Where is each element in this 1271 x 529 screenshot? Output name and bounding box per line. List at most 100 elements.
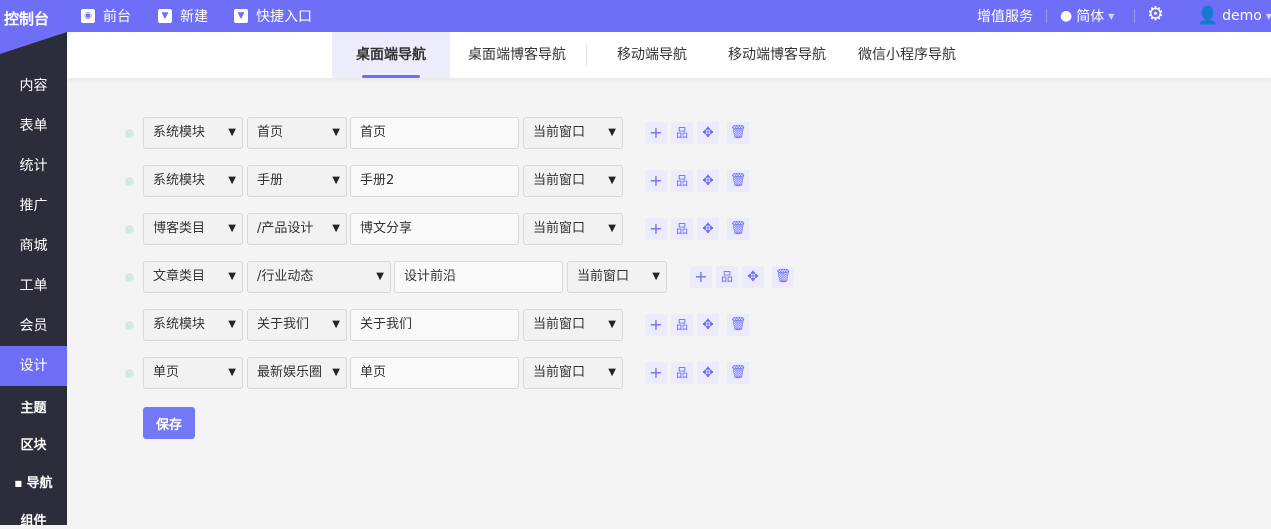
- target-select[interactable]: /产品设计 ▼: [247, 213, 347, 245]
- sitemap-icon[interactable]: 品: [671, 122, 693, 144]
- caret-down-icon: ▼: [332, 175, 340, 186]
- caret-down-icon: ▼: [228, 127, 236, 138]
- trash-icon[interactable]: 🗑: [772, 266, 794, 288]
- nav-name-input[interactable]: 单页: [350, 357, 519, 389]
- type-select[interactable]: 系统模块 ▼: [143, 117, 243, 149]
- sitemap-icon[interactable]: 品: [671, 362, 693, 384]
- drag-dot: [125, 369, 134, 378]
- nav-name-input[interactable]: 设计前沿: [394, 261, 563, 293]
- move-icon[interactable]: ✥: [697, 170, 719, 192]
- tab-wechat-nav[interactable]: 微信小程序导航: [847, 32, 967, 78]
- nav-name-input[interactable]: 博文分享: [350, 213, 519, 245]
- sitemap-icon[interactable]: 品: [716, 266, 738, 288]
- select-value: /产品设计: [257, 221, 314, 236]
- caret-down-icon: ▼: [228, 175, 236, 186]
- caret-down-icon: ▼: [376, 271, 384, 282]
- move-icon[interactable]: ✥: [697, 218, 719, 240]
- trash-icon[interactable]: 🗑: [727, 170, 749, 192]
- sitemap-icon[interactable]: 品: [671, 170, 693, 192]
- tab-mobile-blog-nav[interactable]: 移动端博客导航: [717, 32, 837, 78]
- type-select[interactable]: 系统模块 ▼: [143, 165, 243, 197]
- nav-name-input[interactable]: 关于我们: [350, 309, 519, 341]
- window-select[interactable]: 当前窗口 ▼: [523, 165, 623, 197]
- eye-icon: ◉: [81, 9, 95, 23]
- sidebar-item-stats[interactable]: 统计: [0, 146, 67, 186]
- select-value: 系统模块: [153, 173, 206, 188]
- select-value: 最新娱乐圈: [257, 365, 323, 380]
- trash-icon[interactable]: 🗑: [727, 362, 749, 384]
- sub-label: 导航: [26, 476, 53, 491]
- tab-desktop-blog-nav[interactable]: 桌面端博客导航: [455, 32, 579, 78]
- nav-name-input[interactable]: 首页: [350, 117, 519, 149]
- add-icon[interactable]: +: [645, 362, 667, 384]
- frontend-link[interactable]: ◉ 前台: [81, 6, 131, 26]
- select-value: 文章类目: [153, 269, 206, 284]
- add-icon[interactable]: +: [690, 266, 712, 288]
- move-icon[interactable]: ✥: [697, 122, 719, 144]
- select-value: 当前窗口: [533, 173, 586, 188]
- value-services-link[interactable]: 增值服务: [977, 6, 1033, 26]
- trash-icon[interactable]: 🗑: [727, 314, 749, 336]
- move-icon[interactable]: ✥: [697, 314, 719, 336]
- type-select[interactable]: 系统模块 ▼: [143, 309, 243, 341]
- drag-dot: [125, 273, 134, 282]
- nav-name-input[interactable]: 手册2: [350, 165, 519, 197]
- sidebar-item-members[interactable]: 会员: [0, 306, 67, 346]
- target-select[interactable]: /行业动态 ▼: [247, 261, 391, 293]
- add-icon[interactable]: +: [645, 218, 667, 240]
- save-button[interactable]: 保存: [143, 407, 195, 439]
- active-bullet: ■: [14, 479, 22, 488]
- sitemap-icon[interactable]: 品: [671, 218, 693, 240]
- link-label: 新建: [180, 9, 208, 25]
- trash-icon[interactable]: 🗑: [727, 122, 749, 144]
- gear-icon[interactable]: ⚙: [1147, 3, 1164, 25]
- window-select[interactable]: 当前窗口 ▼: [523, 117, 623, 149]
- language-select[interactable]: ● 简体 ▼: [1060, 6, 1114, 26]
- caret-down-icon: ▼: [158, 9, 172, 23]
- sidebar-item-mall[interactable]: 商城: [0, 226, 67, 266]
- sidebar-item-forms[interactable]: 表单: [0, 106, 67, 146]
- target-select[interactable]: 关于我们 ▼: [247, 309, 347, 341]
- drag-dot: [125, 225, 134, 234]
- type-select[interactable]: 博客类目 ▼: [143, 213, 243, 245]
- window-select[interactable]: 当前窗口 ▼: [523, 357, 623, 389]
- tab-mobile-nav[interactable]: 移动端导航: [607, 32, 697, 78]
- add-icon[interactable]: +: [645, 314, 667, 336]
- move-icon[interactable]: ✥: [742, 266, 764, 288]
- caret-down-icon: ▼: [608, 223, 616, 234]
- type-select[interactable]: 文章类目 ▼: [143, 261, 243, 293]
- sidebar-item-content[interactable]: 内容: [0, 66, 67, 106]
- target-select[interactable]: 首页 ▼: [247, 117, 347, 149]
- sidebar-sub-blocks[interactable]: 区块: [0, 434, 67, 453]
- trash-icon[interactable]: 🗑: [727, 218, 749, 240]
- caret-down-icon: ▼: [228, 367, 236, 378]
- link-label: 前台: [103, 9, 131, 25]
- select-value: 关于我们: [257, 317, 310, 332]
- window-select[interactable]: 当前窗口 ▼: [567, 261, 667, 293]
- tab-desktop-nav[interactable]: 桌面端导航: [332, 32, 450, 78]
- sidebar-item-design[interactable]: 设计: [0, 346, 67, 386]
- sidebar-sub-components[interactable]: 组件: [0, 510, 67, 529]
- sidebar-item-promotion[interactable]: 推广: [0, 186, 67, 226]
- sidebar-item-tickets[interactable]: 工单: [0, 266, 67, 306]
- sidebar-sub-theme[interactable]: 主题: [0, 397, 67, 416]
- drag-dot: [125, 321, 134, 330]
- add-icon[interactable]: +: [645, 170, 667, 192]
- sidebar-sub-nav[interactable]: ■ 导航: [0, 472, 67, 491]
- window-select[interactable]: 当前窗口 ▼: [523, 309, 623, 341]
- target-select[interactable]: 最新娱乐圈 ▼: [247, 357, 347, 389]
- select-value: 当前窗口: [533, 221, 586, 236]
- sidebar-decoration: [0, 32, 67, 54]
- shortcut-menu[interactable]: ▼ 快捷入口: [234, 6, 312, 26]
- target-select[interactable]: 手册 ▼: [247, 165, 347, 197]
- type-select[interactable]: 单页 ▼: [143, 357, 243, 389]
- select-value: 当前窗口: [533, 365, 586, 380]
- add-icon[interactable]: +: [645, 122, 667, 144]
- sitemap-icon[interactable]: 品: [671, 314, 693, 336]
- user-menu[interactable]: 👤 demo ▼: [1197, 6, 1271, 26]
- window-select[interactable]: 当前窗口 ▼: [523, 213, 623, 245]
- new-menu[interactable]: ▼ 新建: [158, 6, 208, 26]
- select-value: 手册: [257, 173, 284, 188]
- move-icon[interactable]: ✥: [697, 362, 719, 384]
- caret-down-icon: ▼: [652, 271, 660, 282]
